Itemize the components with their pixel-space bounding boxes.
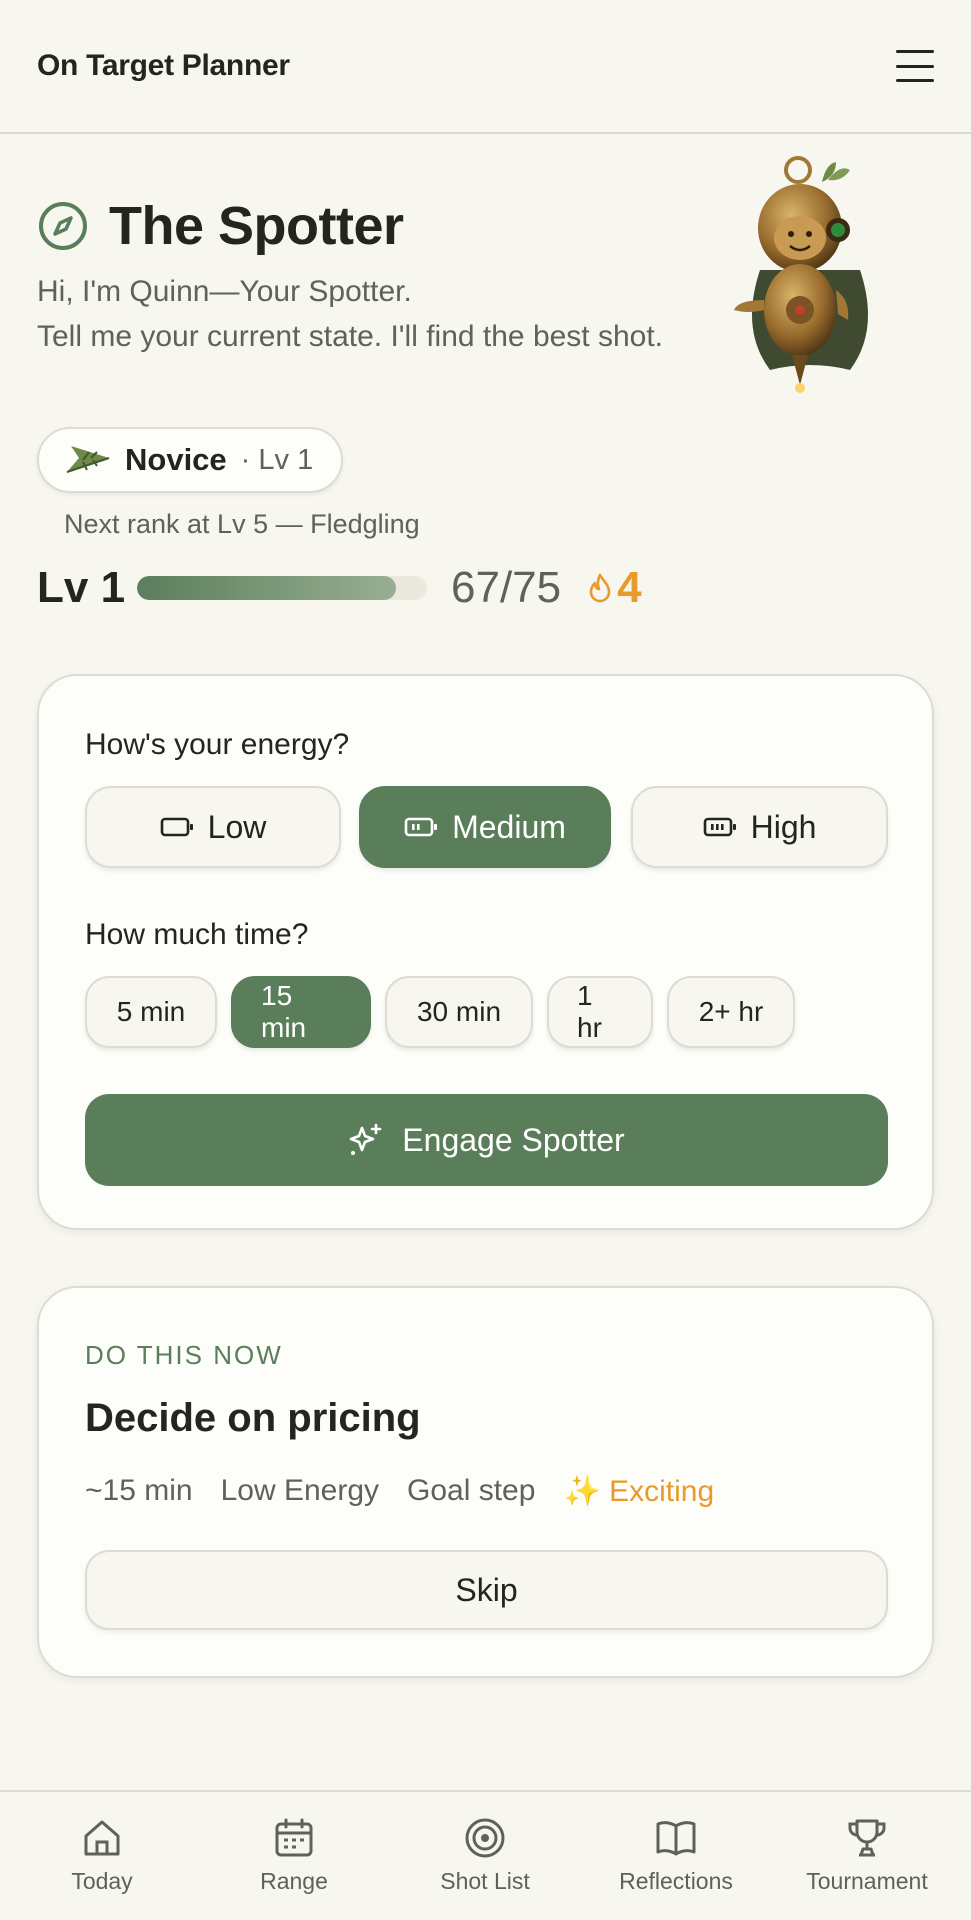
rank-level: · Lv 1 — [240, 443, 314, 476]
tab-range[interactable]: Range — [197, 1792, 391, 1920]
energy-question: How's your energy? — [85, 728, 350, 761]
trophy-icon — [848, 1819, 886, 1857]
time-1hr-button[interactable]: 1 hr — [547, 976, 653, 1048]
tab-shot-list[interactable]: Shot List — [388, 1792, 582, 1920]
level-progress: Lv 1 67/75 4 — [37, 560, 642, 616]
engage-spotter-label: Engage Spotter — [402, 1121, 625, 1158]
time-5min-button[interactable]: 5 min — [85, 976, 217, 1048]
streak-counter: 4 — [587, 563, 642, 613]
xp-progress-fill — [137, 576, 396, 600]
tab-today-label: Today — [71, 1868, 133, 1894]
engage-spotter-button[interactable]: Engage Spotter — [85, 1094, 888, 1186]
battery-full-icon — [703, 817, 736, 837]
tab-reflections[interactable]: Reflections — [579, 1792, 773, 1920]
energy-high-label: High — [750, 808, 817, 845]
state-selector-card: How's your energy? Low Medium High How m… — [37, 674, 934, 1230]
next-rank-text: Next rank at Lv 5 — Fledgling — [64, 509, 420, 539]
xp-count: 67/75 — [451, 563, 562, 612]
battery-low-icon — [160, 817, 193, 837]
recommended-task-title: Decide on pricing — [85, 1396, 421, 1440]
task-energy: Low Energy — [220, 1474, 380, 1507]
skip-button[interactable]: Skip — [85, 1550, 888, 1630]
hero-subtitle-line1: Hi, I'm Quinn—Your Spotter. — [37, 275, 412, 308]
app-header: On Target Planner — [0, 0, 971, 134]
calendar-icon — [275, 1818, 313, 1857]
energy-low-label: Low — [207, 808, 267, 845]
tab-tournament[interactable]: Tournament — [770, 1792, 964, 1920]
hero-subtitle: Hi, I'm Quinn—Your Spotter. Tell me your… — [37, 269, 737, 359]
menu-icon[interactable] — [896, 50, 934, 82]
time-question: How much time? — [85, 918, 309, 951]
page-title: The Spotter — [109, 196, 404, 256]
tab-tournament-label: Tournament — [806, 1868, 928, 1894]
recommendation-eyebrow: DO THIS NOW — [85, 1340, 283, 1370]
tab-reflections-label: Reflections — [619, 1868, 733, 1894]
xp-progress-bar — [137, 576, 427, 600]
battery-medium-icon — [404, 817, 438, 837]
task-mood: ✨ Exciting — [563, 1475, 715, 1508]
flame-icon — [589, 573, 611, 603]
target-icon — [465, 1818, 505, 1858]
hero-subtitle-line2: Tell me your current state. I'll find th… — [37, 320, 664, 353]
streak-count: 4 — [617, 563, 642, 612]
energy-medium-button[interactable]: Medium — [359, 786, 611, 868]
time-2plus-hr-button[interactable]: 2+ hr — [667, 976, 795, 1048]
energy-high-button[interactable]: High — [631, 786, 888, 868]
task-meta: ~15 min Low Energy Goal step ✨ Exciting — [85, 1474, 714, 1509]
app-title: On Target Planner — [37, 49, 290, 82]
task-duration: ~15 min — [85, 1474, 193, 1507]
hero-section: The Spotter Hi, I'm Quinn—Your Spotter. … — [37, 195, 737, 359]
tab-shot-list-label: Shot List — [440, 1868, 530, 1894]
leaf-icon — [66, 446, 110, 473]
recommendation-card: DO THIS NOW Decide on pricing ~15 min Lo… — [37, 1286, 934, 1678]
home-icon — [84, 1820, 120, 1856]
compass-icon — [39, 202, 87, 250]
task-type: Goal step — [407, 1474, 536, 1507]
time-15min-button[interactable]: 15 min — [231, 976, 371, 1048]
energy-low-button[interactable]: Low — [85, 786, 341, 868]
time-30min-button[interactable]: 30 min — [385, 976, 533, 1048]
rank-badge[interactable]: Novice · Lv 1 — [37, 427, 344, 493]
energy-medium-label: Medium — [452, 808, 566, 845]
spotter-mascot-image — [734, 156, 868, 393]
book-icon — [656, 1821, 696, 1856]
tab-range-label: Range — [260, 1868, 328, 1894]
sparkles-icon — [349, 1123, 382, 1155]
level-label: Lv 1 — [37, 563, 126, 612]
tab-today[interactable]: Today — [5, 1792, 199, 1920]
bottom-tab-bar: Today Range Shot List Reflections Tourna… — [0, 1790, 971, 1920]
rank-name: Novice — [125, 442, 227, 477]
